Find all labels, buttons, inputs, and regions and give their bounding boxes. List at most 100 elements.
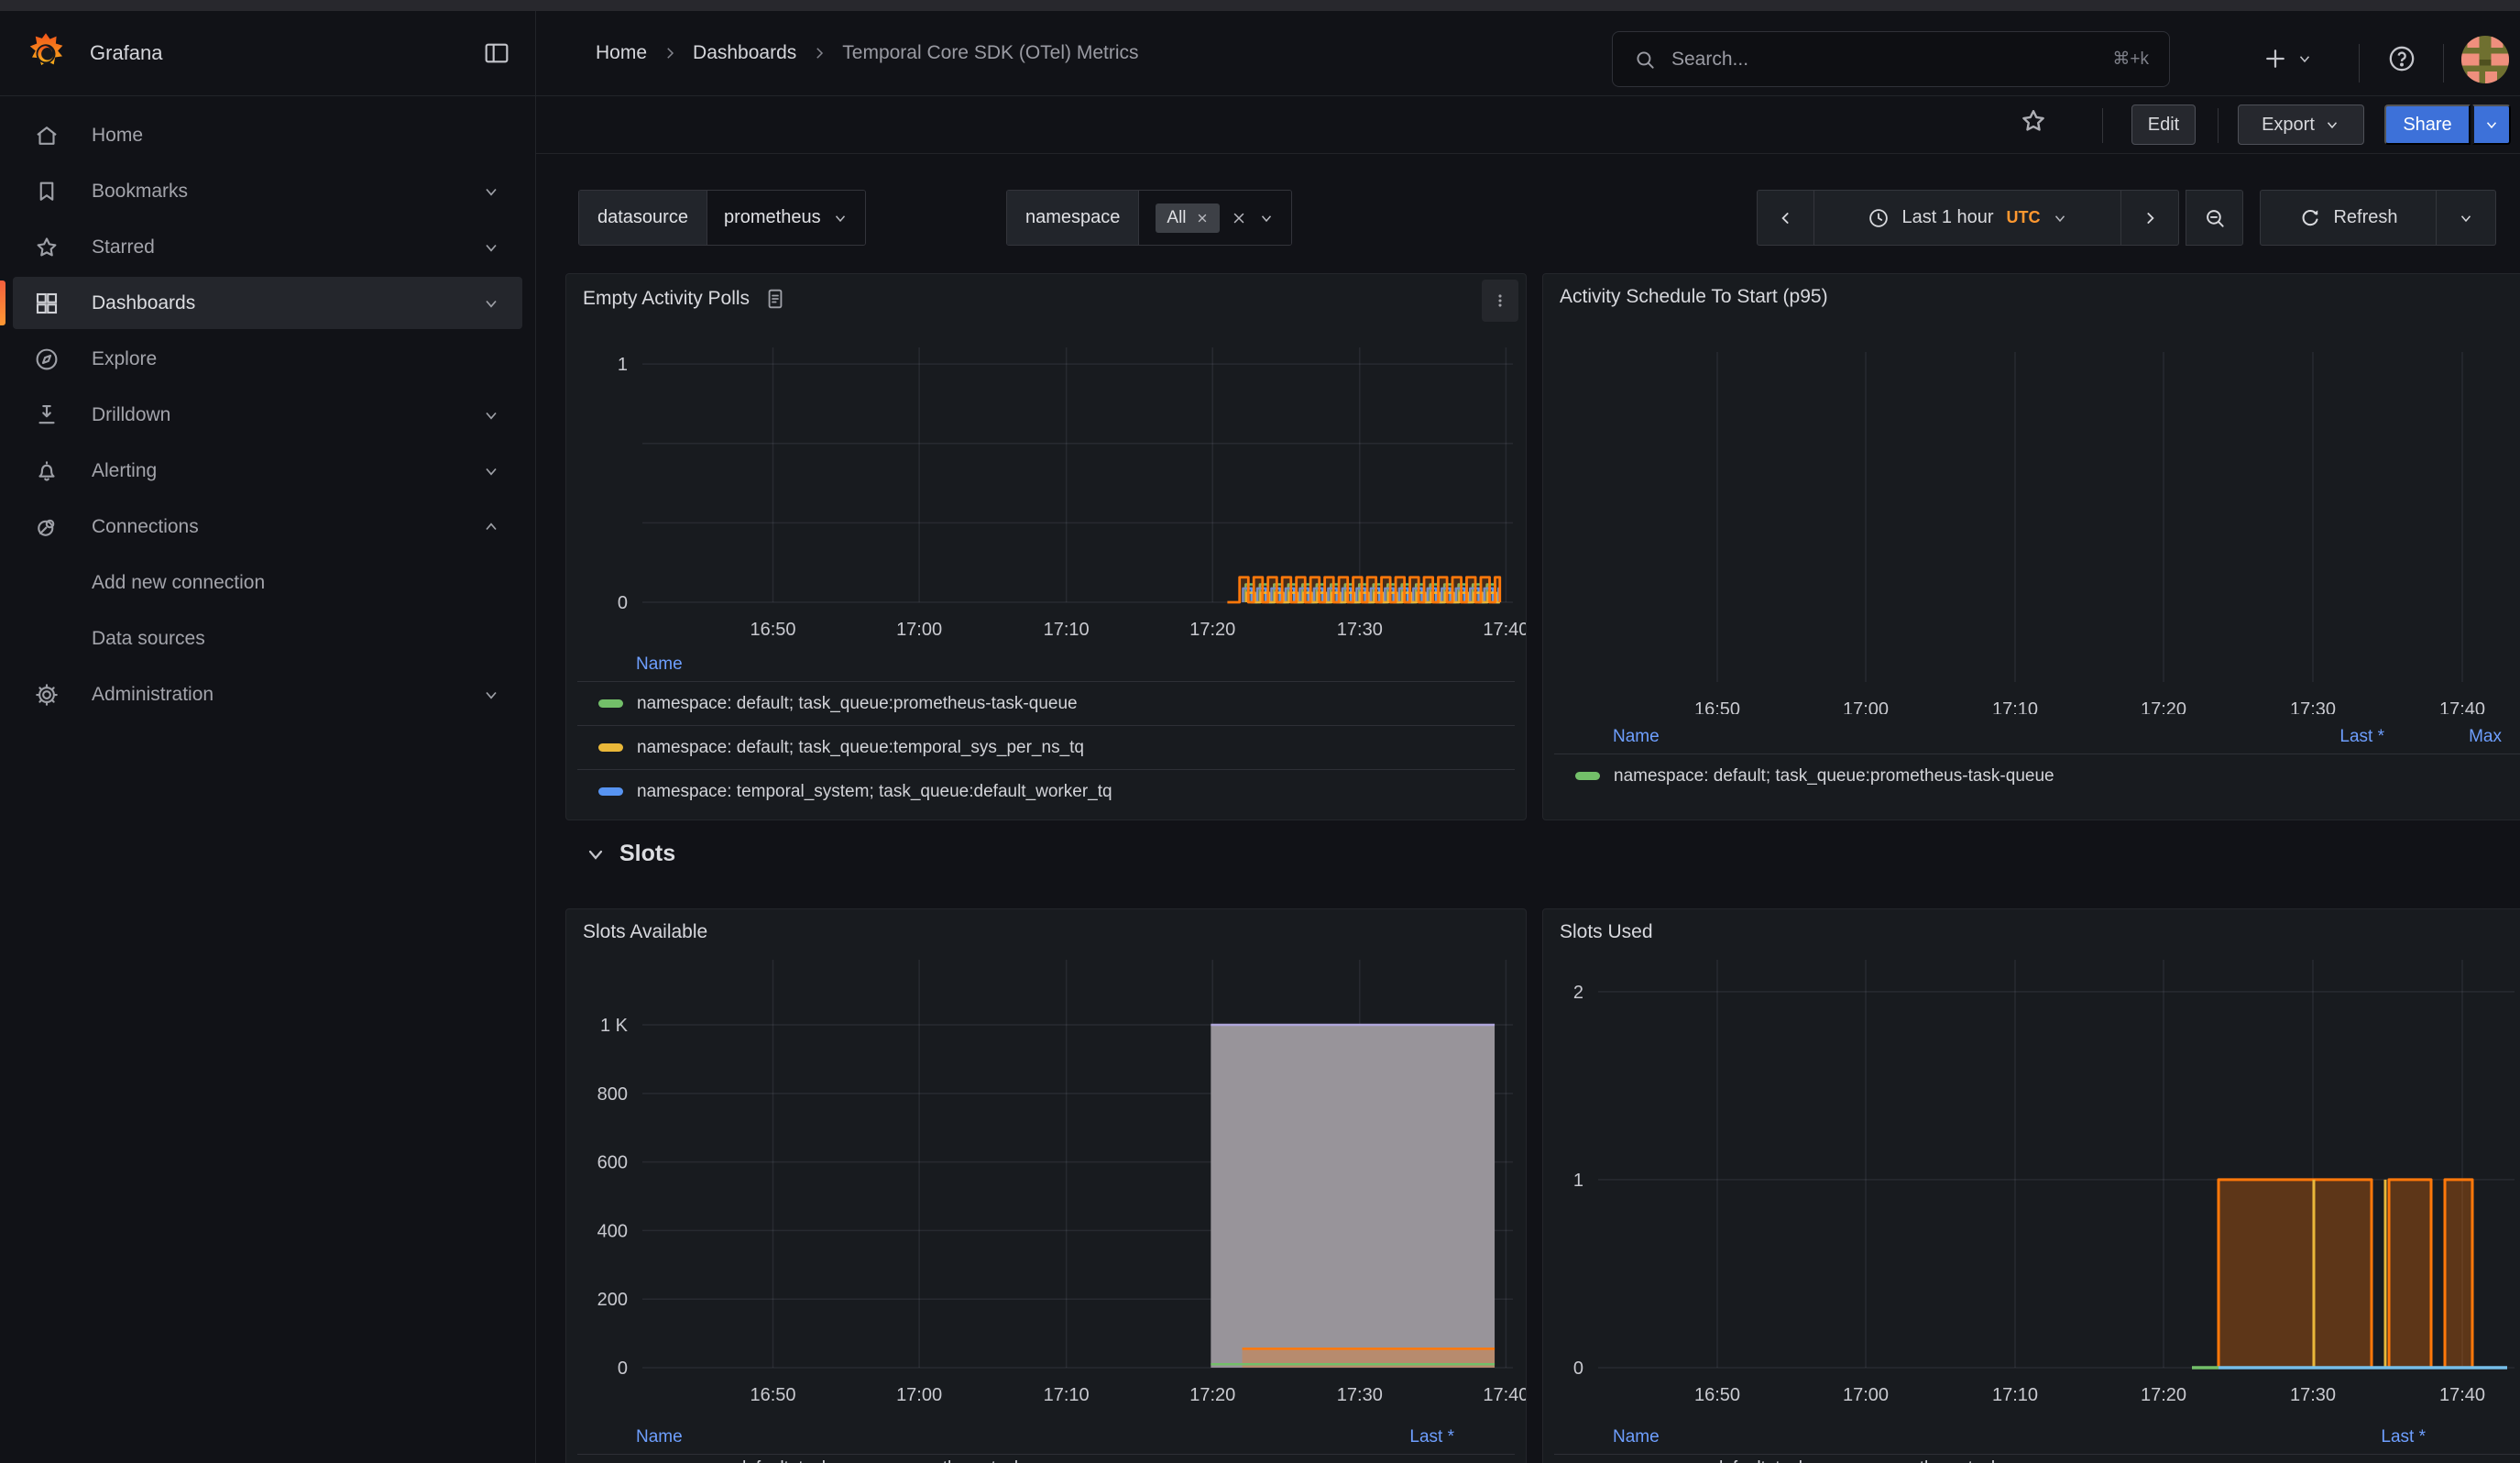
- chevron-down-icon: [832, 210, 849, 226]
- time-shift-forward-button[interactable]: [2121, 190, 2179, 246]
- svg-text:17:20: 17:20: [2141, 699, 2186, 714]
- panel-legend: Name Last * namespace: default; task_que…: [1554, 1421, 2520, 1463]
- toolbar-divider: [2102, 108, 2103, 143]
- panel-legend: Name Last * namespace: default; task_que…: [577, 1421, 1515, 1463]
- time-range-controls: Last 1 hour UTC: [1757, 190, 2179, 246]
- time-range-picker[interactable]: Last 1 hour UTC: [1814, 190, 2121, 246]
- legend-row[interactable]: namespace: default; task_queue:prometheu…: [577, 681, 1515, 725]
- sidebar-item-starred[interactable]: Starred: [13, 221, 522, 273]
- chevron-down-icon[interactable]: [482, 294, 500, 313]
- time-shift-back-button[interactable]: [1757, 190, 1814, 246]
- drilldown-icon: [33, 402, 60, 429]
- zoom-out-icon[interactable]: [2186, 190, 2243, 246]
- panel-header: Activity Schedule To Start (p95): [1543, 274, 2520, 308]
- refresh-button[interactable]: Refresh: [2260, 190, 2437, 246]
- legend-name-column[interactable]: Name: [636, 1427, 1344, 1447]
- chevron-down-icon[interactable]: [482, 238, 500, 257]
- datasource-select[interactable]: prometheus: [707, 191, 865, 245]
- search-input[interactable]: Search... ⌘+k: [1612, 31, 2170, 87]
- sidebar-item-bookmarks[interactable]: Bookmarks: [13, 165, 522, 217]
- share-dropdown-button[interactable]: [2472, 104, 2511, 145]
- legend-last-column[interactable]: Last *: [2274, 727, 2384, 747]
- legend-max-column[interactable]: Max: [2384, 727, 2502, 747]
- gear-icon: [33, 681, 60, 709]
- edit-button[interactable]: Edit: [2131, 104, 2196, 145]
- chevron-down-icon[interactable]: [482, 686, 500, 704]
- sidebar-item-connections[interactable]: Connections: [13, 500, 522, 553]
- bell-icon: [33, 457, 60, 485]
- legend-row[interactable]: namespace: default; task_queue:prometheu…: [1554, 754, 2520, 798]
- namespace-variable: namespace All: [1006, 190, 1292, 246]
- export-button[interactable]: Export: [2238, 104, 2364, 145]
- breadcrumb-dashboards[interactable]: Dashboards: [693, 42, 796, 64]
- chevron-down-icon[interactable]: [482, 462, 500, 480]
- series-label: namespace: default; task_queue:prometheu…: [637, 694, 1515, 714]
- timezone-label: UTC: [2007, 208, 2041, 227]
- panel-slots-available: Slots Available 1 K800600400200016:5017:…: [565, 908, 1527, 1463]
- legend-row[interactable]: namespace: default; task_queue:prometheu…: [577, 1454, 1515, 1463]
- row-section-slots[interactable]: Slots: [585, 841, 675, 867]
- sidebar-item-dashboards[interactable]: Dashboards: [13, 277, 522, 329]
- svg-text:17:00: 17:00: [1843, 1385, 1889, 1405]
- timeseries-chart[interactable]: 1016:5017:0017:1017:2017:3017:40: [566, 274, 1527, 705]
- panel-title[interactable]: Slots Available: [583, 921, 707, 943]
- legend-last-column[interactable]: Last *: [2316, 1427, 2426, 1447]
- legend-row[interactable]: namespace: temporal_system; task_queue:d…: [577, 769, 1515, 813]
- panel-empty-activity-polls: Empty Activity Polls 1016:5017:0017:1017…: [565, 273, 1527, 820]
- namespace-select[interactable]: All: [1139, 191, 1290, 245]
- legend-name-column[interactable]: Name: [636, 654, 1515, 675]
- sidebar-item-drilldown[interactable]: Drilldown: [13, 389, 522, 441]
- chevron-down-icon[interactable]: [482, 406, 500, 424]
- legend-name-column[interactable]: Name: [1613, 1427, 2316, 1447]
- remove-chip-icon[interactable]: [1196, 212, 1209, 225]
- svg-text:0: 0: [618, 593, 628, 613]
- legend-row[interactable]: namespace: default; task_queue:prometheu…: [1554, 1454, 2520, 1463]
- svg-text:1 K: 1 K: [600, 1016, 629, 1036]
- sidebar-item-add-new-connection[interactable]: Add new connection: [13, 556, 522, 609]
- legend-name-column[interactable]: Name: [1613, 727, 2274, 747]
- help-icon[interactable]: [2386, 38, 2417, 79]
- legend-row[interactable]: namespace: default; task_queue:temporal_…: [577, 725, 1515, 769]
- svg-text:17:00: 17:00: [1843, 699, 1889, 714]
- header-divider: [2359, 44, 2360, 82]
- timeseries-chart[interactable]: 16:5017:0017:1017:2017:3017:40: [1543, 274, 2520, 714]
- series-color-pill: [598, 743, 623, 752]
- breadcrumb-home[interactable]: Home: [596, 42, 647, 64]
- sidebar-item-label: Drilldown: [92, 404, 170, 426]
- chevron-up-icon[interactable]: [482, 518, 500, 536]
- chevron-down-icon[interactable]: [482, 182, 500, 201]
- sidebar-item-label: Dashboards: [92, 292, 195, 314]
- favorite-star-icon[interactable]: [2018, 105, 2049, 137]
- share-button[interactable]: Share: [2384, 104, 2471, 145]
- sidebar-item-explore[interactable]: Explore: [13, 333, 522, 385]
- panel-title[interactable]: Empty Activity Polls: [583, 288, 750, 310]
- refresh-interval-dropdown[interactable]: [2437, 190, 2496, 246]
- legend-last-column[interactable]: Last *: [1344, 1427, 1454, 1447]
- series-label: namespace: default; task_queue:prometheu…: [1614, 766, 2520, 786]
- panel-menu-kebab-icon[interactable]: [1482, 280, 1518, 322]
- svg-text:17:10: 17:10: [1992, 699, 2038, 714]
- panel-description-icon[interactable]: [762, 286, 788, 312]
- panel-title[interactable]: Slots Used: [1560, 921, 1653, 943]
- refresh-label: Refresh: [2333, 207, 2397, 228]
- timeseries-chart[interactable]: 1 K800600400200016:5017:0017:1017:2017:3…: [566, 909, 1527, 1409]
- sidebar-item-data-sources[interactable]: Data sources: [13, 612, 522, 665]
- dashboard-toolbar: Edit Export Share: [536, 96, 2520, 154]
- svg-text:17:10: 17:10: [1044, 1385, 1090, 1405]
- sidebar-item-administration[interactable]: Administration: [13, 668, 522, 720]
- bookmark-icon: [33, 178, 60, 205]
- panel-slots-used: Slots Used 21016:5017:0017:1017:2017:301…: [1542, 908, 2520, 1463]
- search-icon: [1633, 48, 1657, 72]
- timeseries-chart[interactable]: 21016:5017:0017:1017:2017:3017:40: [1543, 909, 2520, 1409]
- avatar[interactable]: [2461, 36, 2509, 83]
- add-new-button[interactable]: [2262, 38, 2313, 79]
- sidebar-item-alerting[interactable]: Alerting: [13, 445, 522, 497]
- panel-title[interactable]: Activity Schedule To Start (p95): [1560, 286, 1828, 308]
- sidebar-item-home[interactable]: Home: [13, 109, 522, 161]
- namespace-chip-all[interactable]: All: [1156, 204, 1219, 233]
- series-color-pill: [1575, 772, 1600, 780]
- clear-selection-icon[interactable]: [1231, 210, 1247, 226]
- chevron-right-icon: [662, 45, 678, 61]
- sidebar-collapse-icon[interactable]: [482, 38, 511, 68]
- compass-icon: [33, 346, 60, 373]
